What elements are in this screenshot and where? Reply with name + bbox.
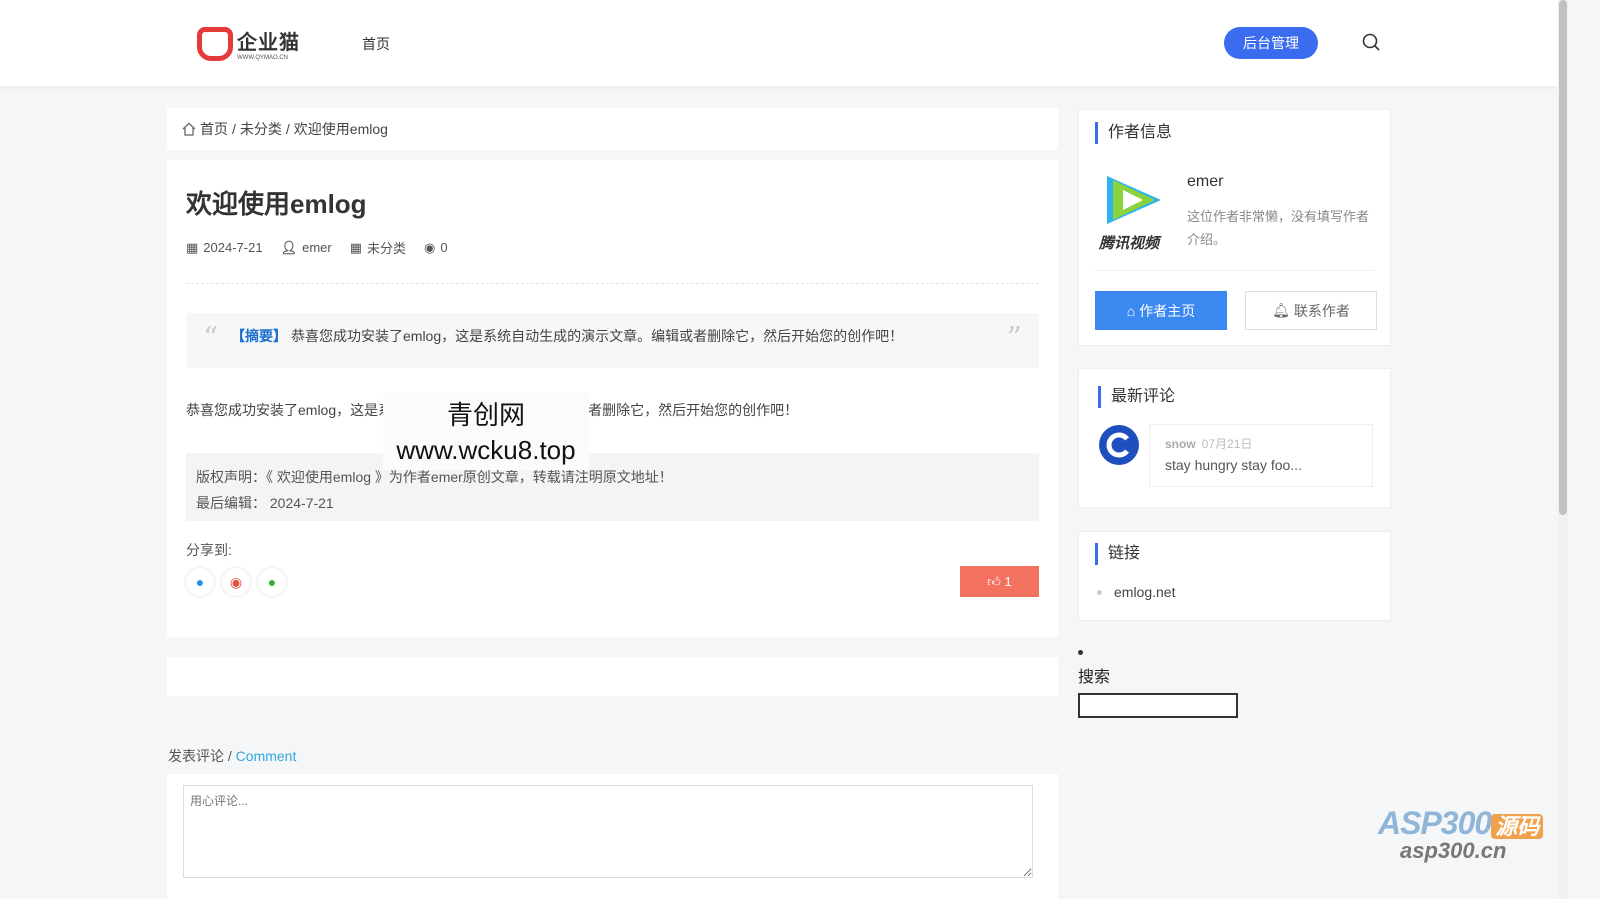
nav-home[interactable]: 首页 — [362, 34, 390, 54]
recent-comments-widget: 最新评论 snow 07月21日 stay hungry stay foo... — [1078, 368, 1391, 508]
comment-heading-en: Comment — [235, 748, 297, 764]
breadcrumb-sep: / — [285, 121, 290, 137]
contact-author-button[interactable]: 🔔︎ 联系作者 — [1245, 291, 1377, 330]
comment-form — [167, 774, 1058, 899]
corner-logo-b: 源码 — [1491, 814, 1544, 839]
share-buttons: ● ◉ ● — [186, 568, 286, 596]
comment-textarea[interactable] — [183, 785, 1033, 878]
watermark-overlay: 青创网 www.wcku8.top — [383, 392, 589, 470]
breadcrumb-category[interactable]: 未分类 — [240, 119, 282, 139]
author-description: 这位作者非常懒，没有填写作者介绍。 — [1187, 209, 1370, 247]
bullet-icon — [1078, 650, 1083, 655]
logo-text: 企业猫 — [237, 32, 300, 54]
author-widget: 作者信息 腾讯视频 emer 这位作者非常懒，没有填写作者介绍。 ⌂ 作者主页 🔔… — [1078, 109, 1391, 346]
author-avatar: 腾讯视频 — [1099, 172, 1169, 252]
copyright-box: 版权声明：《 欢迎使用emlog 》为作者emer原创文章，转载请注明原文地址！… — [186, 453, 1039, 521]
calendar-icon: ▦ — [186, 239, 199, 255]
author-home-button[interactable]: ⌂ 作者主页 — [1095, 291, 1227, 330]
comment-heading-cn: 发表评论 — [168, 748, 224, 764]
page-scrollbar[interactable] — [1558, 0, 1568, 899]
scrollbar-thumb[interactable] — [1559, 0, 1567, 515]
comment-author: snow — [1165, 437, 1196, 451]
empty-panel — [167, 657, 1058, 696]
post-author[interactable]: emer — [302, 240, 332, 255]
contact-author-label: 联系作者 — [1293, 302, 1350, 319]
admin-button[interactable]: 后台管理 — [1224, 27, 1318, 59]
author-name: emer — [1187, 173, 1224, 190]
like-count: 1 — [1004, 574, 1012, 589]
search-icon[interactable] — [1362, 33, 1380, 51]
bullet-icon — [1097, 589, 1102, 595]
corner-watermark-logo: ASP300 源码 asp300.cn — [1378, 805, 1544, 864]
comment-item[interactable]: snow 07月21日 stay hungry stay foo... — [1149, 424, 1373, 487]
category-icon: ▦ — [349, 239, 363, 255]
comment-heading-sep: / — [224, 748, 236, 764]
article-title: 欢迎使用emlog — [186, 189, 367, 219]
cat-logo-icon — [197, 26, 233, 61]
post-category[interactable]: 未分类 — [367, 238, 406, 257]
widget-title: 作者信息 — [1095, 122, 1172, 144]
user-icon: 👤︎ — [280, 239, 298, 255]
widget-title: 链接 — [1095, 543, 1140, 565]
home-icon — [182, 122, 196, 136]
summary-text: 恭喜您成功安装了emlog，这是系统自动生成的演示文章。编辑或者删除它，然后开始… — [291, 328, 904, 344]
house-icon: ⌂ — [1126, 302, 1136, 319]
bell-icon: 🔔︎ — [1272, 302, 1290, 318]
breadcrumb-sep: / — [232, 121, 236, 137]
summary-box: “ 【摘要】 恭喜您成功安装了emlog，这是系统自动生成的演示文章。编辑或者删除… — [186, 313, 1039, 368]
breadcrumb-current: 欢迎使用emlog — [293, 121, 388, 137]
search-widget-title: 搜索 — [1078, 669, 1111, 686]
view-count: 0 — [440, 240, 448, 255]
logo-subtext: WWW.QYMAO.CN — [237, 55, 288, 61]
link-emlog[interactable]: emlog.net — [1114, 584, 1175, 600]
close-quote-icon: ” — [1006, 321, 1022, 356]
like-button[interactable]: 👍︎ 1 — [960, 566, 1039, 597]
post-date: 2024-7-21 — [203, 240, 263, 255]
play-logo-icon — [1107, 176, 1161, 224]
site-logo[interactable]: 企业猫 WWW.QYMAO.CN — [197, 26, 300, 61]
article-meta: ▦ 2024-7-21 👤︎ emer ▦ 未分类 ◉ 0 — [186, 238, 448, 257]
comment-date: 07月21日 — [1201, 437, 1253, 451]
links-widget: 链接 emlog.net — [1078, 531, 1391, 621]
author-home-label: 作者主页 — [1139, 302, 1196, 319]
commenter-avatar — [1099, 425, 1139, 465]
article: 欢迎使用emlog ▦ 2024-7-21 👤︎ emer ▦ 未分类 ◉ 0 “ 【摘… — [167, 160, 1058, 637]
divider — [186, 283, 1039, 284]
qq-share-icon[interactable]: ● — [186, 568, 214, 596]
open-quote-icon: “ — [203, 321, 219, 356]
eye-icon: ◉ — [424, 239, 436, 255]
breadcrumb-home[interactable]: 首页 — [200, 119, 228, 139]
watermark-line2: www.wcku8.top — [396, 435, 576, 465]
wechat-share-icon[interactable]: ● — [258, 568, 286, 596]
watermark-line1: 青创网 — [446, 400, 525, 430]
breadcrumb: 首页 / 未分类 / 欢迎使用emlog — [167, 108, 1058, 150]
site-header: 企业猫 WWW.QYMAO.CN 首页 后台管理 — [0, 0, 1558, 86]
copyright-text: 版权声明：《 欢迎使用emlog 》为作者emer原创文章，转载请注明原文地址！ — [196, 469, 673, 485]
share-label: 分享到: — [186, 542, 232, 558]
corner-logo-a: ASP300 — [1378, 805, 1492, 841]
thumbs-up-icon: 👍︎ — [987, 574, 1005, 589]
comment-heading: 发表评论 / Comment — [168, 746, 296, 766]
corner-logo-c: asp300.cn — [1400, 838, 1507, 863]
divider — [1095, 270, 1374, 271]
author-logo-text: 腾讯视频 — [1099, 235, 1160, 252]
widget-title: 最新评论 — [1098, 386, 1175, 408]
sidebar-search-input[interactable] — [1078, 693, 1238, 718]
weibo-share-icon[interactable]: ◉ — [222, 568, 250, 596]
last-edit: 最后编辑： 2024-7-21 — [196, 495, 334, 511]
summary-tag: 【摘要】 — [231, 328, 287, 344]
comment-text: stay hungry stay foo... — [1165, 457, 1302, 473]
